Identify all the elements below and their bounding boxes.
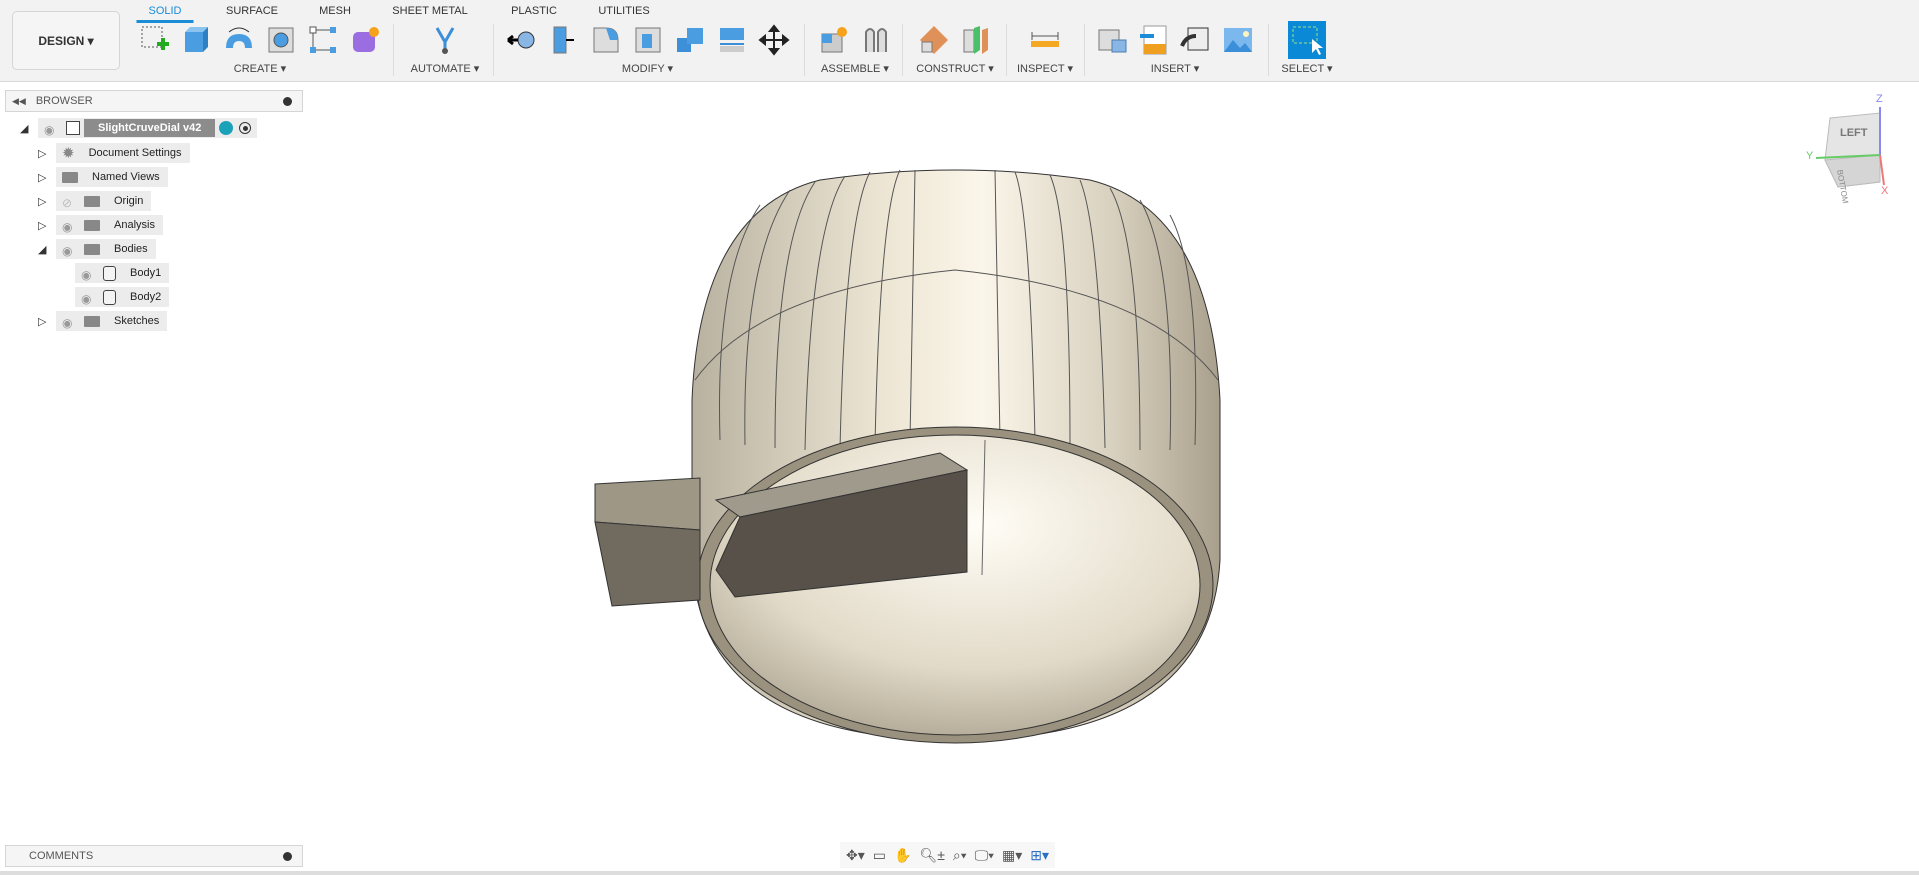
- look-at-icon[interactable]: ▭: [873, 847, 886, 864]
- grid-icon[interactable]: ▦▾: [1002, 847, 1022, 864]
- pan-hand-icon[interactable]: ✋: [894, 847, 911, 864]
- axis-label-x: X: [1881, 185, 1889, 197]
- status-bar: [0, 871, 1919, 875]
- axis-label-y: Y: [1806, 150, 1814, 162]
- view-cube-face-left[interactable]: LEFT: [1840, 127, 1868, 139]
- comments-panel[interactable]: COMMENTS: [5, 845, 303, 867]
- navigation-bar: ✥▾ ▭ ✋ 🔍︎± ⌕▾ 🖵▾ ▦▾ ⊞▾: [840, 842, 1056, 868]
- orbit-icon[interactable]: ✥▾: [846, 847, 865, 864]
- view-cube[interactable]: LEFT BOTTOM Z Y X: [1780, 85, 1919, 205]
- zoom-icon[interactable]: 🔍︎±: [919, 847, 944, 864]
- axis-label-z: Z: [1876, 93, 1883, 105]
- fit-icon[interactable]: ⌕▾: [953, 847, 967, 864]
- comments-title: COMMENTS: [29, 850, 94, 862]
- add-comment-icon[interactable]: [283, 851, 292, 861]
- viewport-model[interactable]: [0, 0, 1919, 875]
- viewports-icon[interactable]: ⊞▾: [1030, 847, 1049, 864]
- display-settings-icon[interactable]: 🖵▾: [975, 847, 994, 864]
